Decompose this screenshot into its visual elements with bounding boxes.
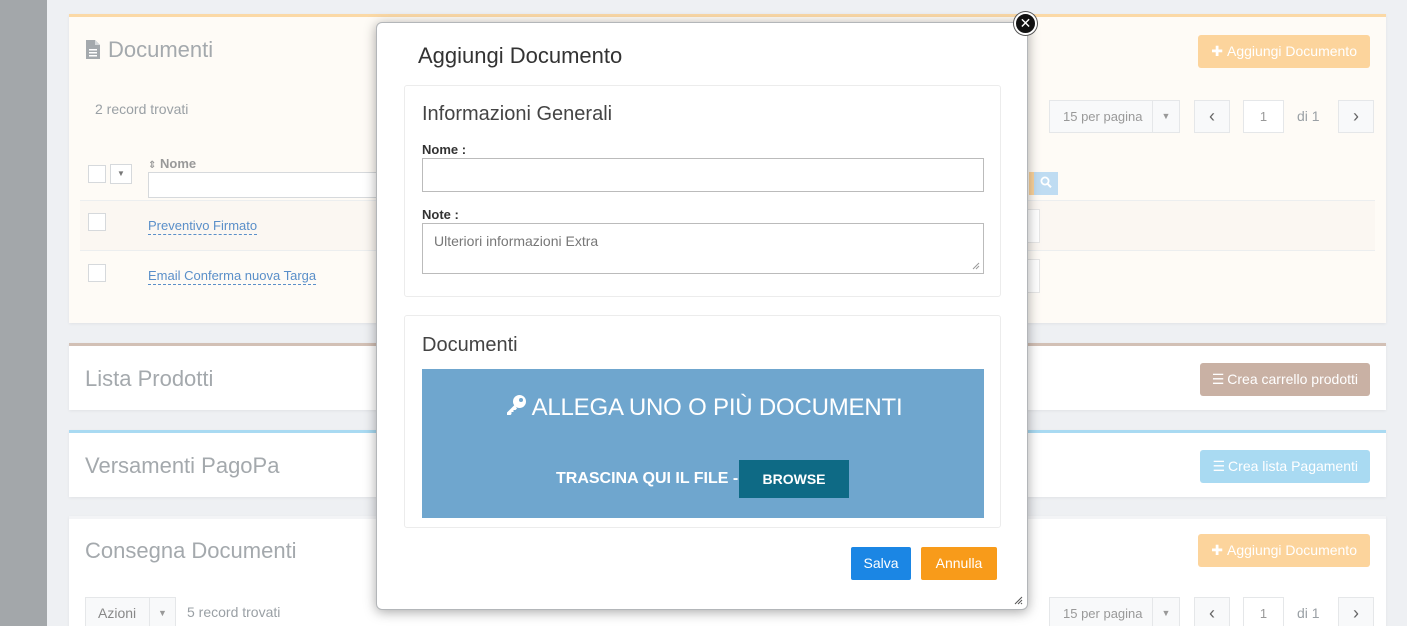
caret-down-icon: ▼ — [1152, 101, 1179, 132]
cancel-button[interactable]: Annulla — [921, 547, 997, 580]
page-input[interactable]: 1 — [1243, 100, 1284, 133]
plus-icon: ✚ — [1211, 43, 1224, 59]
document-link[interactable]: Preventivo Firmato — [148, 218, 258, 235]
resize-grip-icon — [972, 262, 980, 270]
record-count: 2 record trovati — [95, 101, 189, 117]
prev-page-button[interactable]: ‹ — [1194, 597, 1230, 626]
layers-icon: ☰ — [1212, 458, 1226, 474]
chevron-right-icon: › — [1353, 106, 1359, 126]
page-input[interactable]: 1 — [1243, 597, 1284, 626]
layers-icon: ☰ — [1211, 371, 1225, 387]
caret-down-icon: ▼ — [1152, 598, 1179, 626]
section-title-general: Informazioni Generali — [422, 103, 613, 125]
add-document-button[interactable]: ✚ Aggiungi Documento — [1198, 35, 1370, 68]
caret-down-icon: ▼ — [149, 598, 175, 626]
bulk-select-dropdown[interactable]: ▼ — [110, 164, 132, 184]
row-checkbox[interactable] — [88, 264, 106, 282]
add-document-modal: Aggiungi Documento Informazioni Generali… — [376, 22, 1028, 610]
next-page-button[interactable]: › — [1338, 100, 1374, 133]
close-icon: ✕ — [1019, 15, 1032, 31]
panel-title-pagopa: Versamenti PagoPa — [85, 453, 280, 478]
chevron-right-icon: › — [1353, 603, 1359, 623]
search-icon — [1040, 176, 1052, 194]
documents-section: Documenti ALLEGA UNO O PIÙ DOCUMENTI TRA… — [404, 315, 1001, 528]
note-label: Note : — [422, 207, 459, 222]
close-modal-button[interactable]: ✕ — [1014, 12, 1037, 35]
panel-title-documents: Documenti — [108, 37, 214, 62]
record-count: 5 record trovati — [187, 604, 281, 620]
create-cart-button[interactable]: ☰ Crea carrello prodotti — [1199, 363, 1370, 396]
section-title-documents: Documenti — [422, 334, 518, 356]
prev-page-button[interactable]: ‹ — [1194, 100, 1230, 133]
dropzone-hint: TRASCINA QUI IL FILE - — [556, 470, 739, 487]
row-checkbox[interactable] — [88, 213, 106, 231]
actions-dropdown[interactable]: Azioni ▼ — [85, 597, 176, 626]
panel-title-products: Lista Prodotti — [85, 366, 214, 391]
modal-title: Aggiungi Documento — [418, 43, 623, 68]
nome-label: Nome : — [422, 142, 467, 157]
general-info-section: Informazioni Generali Nome : Note : Ulte… — [404, 85, 1001, 297]
file-dropzone[interactable]: ALLEGA UNO O PIÙ DOCUMENTI TRASCINA QUI … — [422, 369, 984, 518]
nome-input[interactable] — [422, 158, 984, 192]
note-textarea[interactable]: Ulteriori informazioni Extra — [422, 223, 984, 274]
sort-icon: ⇕ — [148, 160, 157, 171]
chevron-left-icon: ‹ — [1209, 603, 1215, 623]
filter-nome-input[interactable] — [148, 172, 398, 198]
page-total: di 1 — [1297, 108, 1320, 124]
chevron-left-icon: ‹ — [1209, 106, 1215, 126]
document-link[interactable]: Email Conferma nuova Targa — [148, 268, 317, 285]
next-page-button[interactable]: › — [1338, 597, 1374, 626]
select-all-checkbox[interactable] — [88, 165, 106, 183]
dropzone-heading: ALLEGA UNO O PIÙ DOCUMENTI — [531, 394, 903, 421]
panel-title-delivery: Consegna Documenti — [85, 538, 297, 563]
save-button[interactable]: Salva — [851, 547, 911, 580]
file-icon — [85, 39, 101, 65]
create-payments-button[interactable]: ☰ Crea lista Pagamenti — [1200, 450, 1370, 483]
caret-down-icon: ▼ — [117, 169, 125, 178]
per-page-select[interactable]: 15 per pagina ▼ — [1049, 100, 1180, 133]
left-rail — [0, 0, 47, 626]
browse-button[interactable]: BROWSE — [739, 460, 849, 498]
resize-grip-icon[interactable] — [1013, 595, 1023, 605]
key-icon — [504, 393, 528, 424]
per-page-select[interactable]: 15 per pagina ▼ — [1049, 597, 1180, 626]
page-total: di 1 — [1297, 605, 1320, 621]
add-delivery-document-button[interactable]: ✚ Aggiungi Documento — [1198, 534, 1370, 567]
plus-icon: ✚ — [1211, 542, 1224, 558]
search-button[interactable] — [1034, 172, 1058, 195]
column-header-nome[interactable]: ⇕ Nome — [148, 156, 196, 171]
